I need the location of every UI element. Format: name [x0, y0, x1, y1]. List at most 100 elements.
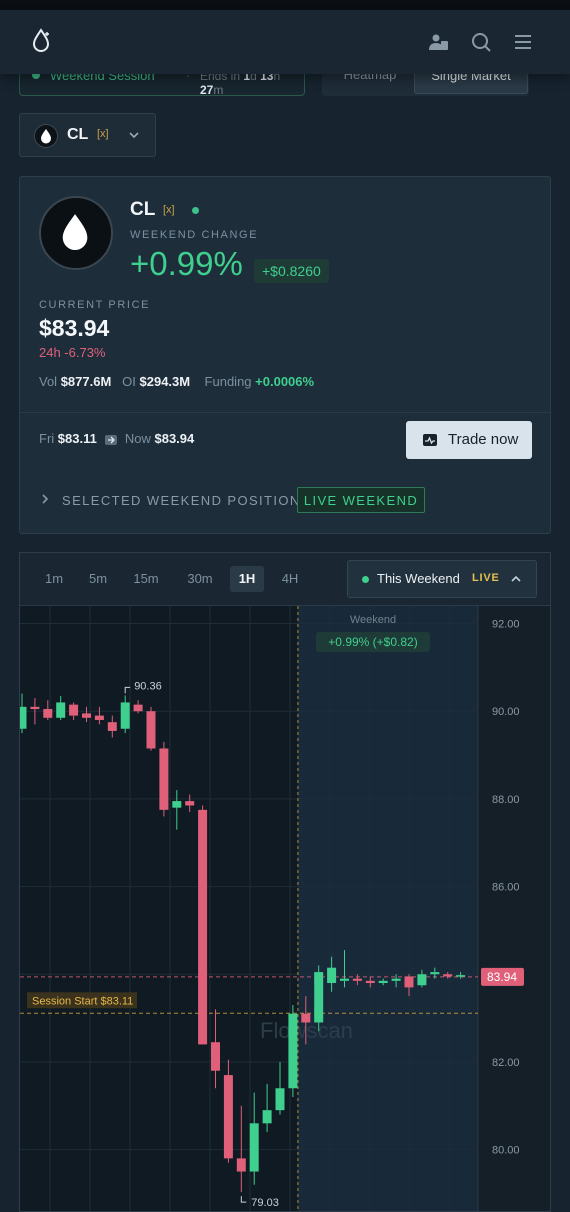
timeframe-1m[interactable]: 1m: [37, 566, 71, 592]
candle-body: [430, 972, 440, 975]
candle-body: [20, 706, 27, 729]
candle-body: [314, 972, 324, 1023]
y-tick-label: 88.00: [492, 794, 520, 806]
low-label: 79.03: [251, 1197, 279, 1209]
price-chart-panel: 1m 5m 15m 30m 1H 4H This Weekend LIVE 92…: [19, 552, 551, 1212]
candle-body: [133, 704, 143, 712]
timeframe-4h[interactable]: 4H: [273, 566, 307, 592]
candle-body: [391, 978, 401, 981]
candle-body: [352, 978, 362, 981]
candle-body: [185, 801, 195, 806]
funding-value: +0.0006%: [255, 374, 315, 389]
arrow-right-icon: [104, 434, 117, 445]
chevron-up-icon: [511, 575, 521, 582]
fri-now-prices: Fri $83.11 Now $83.94: [39, 431, 195, 446]
now-price: $83.94: [154, 431, 195, 446]
y-tick-label: 90.00: [492, 706, 520, 718]
candlestick-chart[interactable]: 92.0090.0088.0086.0084.0082.0080.00Flows…: [20, 606, 550, 1211]
timeframe-bar: 1m 5m 15m 30m 1H 4H This Weekend LIVE: [20, 553, 550, 606]
candle-body: [159, 748, 169, 810]
droplet-icon: [34, 124, 58, 148]
weekend-change-label: WEEKEND CHANGE: [130, 229, 259, 241]
candle-body: [94, 715, 104, 720]
search-icon[interactable]: [470, 31, 492, 53]
change-24h: 24h -6.73%: [39, 345, 106, 360]
candle-body: [275, 1088, 285, 1111]
candle-body: [146, 711, 156, 749]
candle-body: [340, 978, 349, 981]
chevron-right-icon[interactable]: [40, 493, 50, 505]
y-axis-area: [478, 606, 550, 1211]
range-status-dot: [362, 576, 369, 583]
y-tick-label: 80.00: [492, 1145, 520, 1157]
candle-body: [56, 702, 66, 718]
session-start-label: Session Start $83.11: [32, 995, 133, 1007]
trade-now-label: Trade now: [448, 431, 519, 448]
timeframe-15m[interactable]: 15m: [129, 566, 163, 592]
droplet-logo-icon[interactable]: [30, 28, 52, 54]
candle-body: [443, 974, 453, 977]
live-status-dot: [192, 207, 199, 214]
high-label: 90.36: [134, 680, 162, 692]
live-weekend-badge: LIVE WEEKEND: [297, 487, 425, 513]
open-interest-value: $294.3M: [139, 374, 191, 389]
candle-body: [365, 980, 375, 984]
candle-body: [211, 1042, 220, 1071]
candle-body: [262, 1110, 272, 1124]
candle-body: [249, 1123, 259, 1172]
market-summary-card: CL [x] WEEKEND CHANGE +0.99% +$0.8260 CU…: [19, 176, 551, 534]
app-header: [0, 10, 570, 74]
timeframe-1h[interactable]: 1H: [230, 566, 264, 592]
selected-weekend-positions-toggle[interactable]: SELECTED WEEKEND POSITIONS: [62, 493, 311, 508]
current-price-label: CURRENT PRICE: [39, 299, 151, 311]
y-tick-label: 82.00: [492, 1057, 520, 1069]
weekend-change-pct: +0.99%: [130, 245, 243, 282]
timeframe-5m[interactable]: 5m: [81, 566, 115, 592]
y-tick-label: 86.00: [492, 882, 520, 894]
candle-body: [69, 704, 79, 716]
candle-body: [236, 1158, 246, 1172]
users-icon[interactable]: [428, 31, 450, 53]
candle-body: [223, 1075, 233, 1159]
chart-pulse-icon: [423, 434, 437, 446]
market-stats: Vol $877.6M OI $294.3M Funding +0.0006%: [39, 374, 315, 389]
candle-body: [417, 974, 427, 986]
card-tag: [x]: [163, 204, 175, 216]
range-selector[interactable]: This Weekend LIVE: [347, 560, 537, 598]
timeframe-30m[interactable]: 30m: [183, 566, 217, 592]
market-tag: [x]: [97, 128, 109, 140]
candle-body: [404, 976, 414, 988]
candle-body: [43, 709, 53, 718]
candle-body: [456, 975, 466, 977]
trade-now-button[interactable]: Trade now: [406, 421, 532, 459]
droplet-icon: [39, 196, 113, 270]
weekend-region: [297, 606, 478, 1211]
candle-body: [107, 722, 117, 731]
candle-body: [172, 801, 182, 808]
chevron-down-icon: [129, 132, 139, 139]
range-label: This Weekend: [377, 571, 460, 586]
candle-body: [198, 809, 208, 1045]
candle-body: [30, 706, 40, 710]
market-symbol: CL: [67, 126, 89, 143]
candle-body: [120, 702, 130, 729]
divider: [20, 412, 550, 413]
high-marker: [124, 686, 131, 694]
y-tick-label: 92.00: [492, 619, 520, 631]
market-selector[interactable]: CL [x]: [19, 113, 156, 157]
low-marker: [240, 1196, 247, 1203]
current-price-label: 83.94: [487, 970, 517, 984]
friday-price: $83.11: [57, 431, 97, 446]
candle-body: [301, 1013, 311, 1023]
candle-body: [378, 980, 388, 984]
candle-body: [82, 713, 91, 718]
weekend-change-chart-label: +0.99% (+$0.82): [328, 635, 417, 649]
status-bar: [0, 0, 570, 10]
candle-body: [327, 967, 337, 984]
menu-icon[interactable]: [512, 31, 534, 53]
weekend-change-abs: +$0.8260: [254, 259, 329, 283]
candle-body: [288, 1013, 298, 1089]
card-symbol: CL: [130, 199, 156, 220]
volume-value: $877.6M: [60, 374, 112, 389]
range-live-tag: LIVE: [472, 572, 500, 584]
